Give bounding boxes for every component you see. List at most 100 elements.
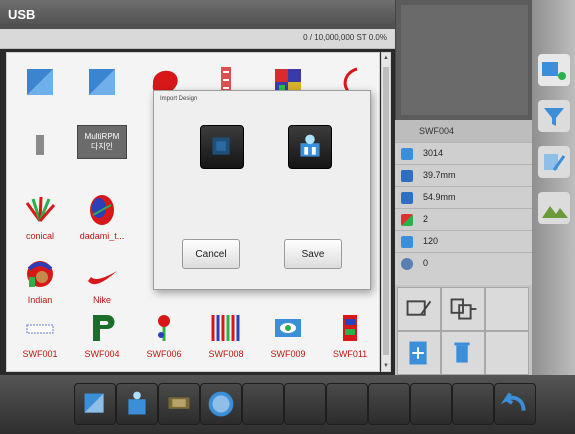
start-position-icon (401, 258, 413, 270)
rpm-row: 120 (395, 230, 532, 252)
copy-icon (450, 298, 477, 320)
usb-icon (208, 391, 234, 417)
empty-taskbar-slot (452, 383, 494, 425)
import-design-dialog: Import Design Cancel Save (153, 90, 371, 290)
gray-strip-design-icon (36, 135, 44, 155)
preview-canvas (401, 5, 528, 115)
design-edit-icon (544, 154, 566, 171)
design-cell-29[interactable]: SWF009 (257, 305, 319, 369)
start-row: 0 (395, 252, 532, 274)
design-tab-button[interactable] (74, 383, 116, 425)
width-value: 39.7mm (423, 170, 456, 180)
back-arrow-icon (500, 392, 526, 411)
import-usb-option[interactable] (200, 125, 244, 169)
dialog-title: Import Design (160, 96, 198, 102)
design-label: SWF011 (332, 349, 368, 359)
dadami-design-icon (90, 195, 114, 225)
mountain-view-button[interactable] (538, 192, 570, 224)
design-label: MultiRPM 다지인 (84, 132, 120, 151)
edit-icon (406, 300, 432, 316)
design-tab-icon (84, 393, 104, 413)
nike-swoosh-design-icon (88, 271, 117, 285)
colors-row: 2 (395, 208, 532, 230)
swf001-design-icon (26, 324, 54, 334)
swf006-design-icon (158, 315, 170, 341)
machine-tab-button[interactable] (116, 383, 158, 425)
design-select-button[interactable] (538, 54, 570, 86)
design-label: SWF009 (270, 349, 306, 359)
usb-tab-button[interactable] (200, 383, 242, 425)
add-design-button[interactable] (397, 331, 441, 375)
design-cell-26[interactable]: SWF004 (71, 305, 133, 369)
empty-taskbar-slot (368, 383, 410, 425)
stitch-counter: 0 / 10,000,000 ST 0.0% (303, 33, 387, 42)
design-cell-27[interactable]: SWF006 (133, 305, 195, 369)
delete-design-button[interactable] (441, 331, 485, 375)
rpm-value: 120 (423, 236, 439, 246)
height-value: 54.9mm (423, 192, 456, 202)
design-label: Indian (27, 295, 53, 305)
save-button[interactable]: Save (284, 239, 342, 269)
design-label: conical (25, 231, 54, 241)
design-label: dadami_t... (79, 231, 125, 241)
swf008-design-icon (211, 315, 240, 341)
blue-square-design-icon (27, 69, 53, 95)
copy-design-button[interactable] (441, 287, 485, 331)
title-bar: USB (0, 0, 395, 29)
design-cell-28[interactable]: SWF008 (195, 305, 257, 369)
embroidery-screen: USB 0 / 10,000,000 ST 0.0% MultiRPM 다지인 … (0, 0, 575, 434)
import-memory-option[interactable] (288, 125, 332, 169)
design-label: SWF001 (22, 349, 58, 359)
right-sidebar (532, 0, 575, 375)
empty-tool-slot (485, 331, 529, 375)
filter-icon (544, 108, 564, 126)
design-cell-30[interactable]: SWF011 (319, 305, 381, 369)
design-cell-14[interactable]: dadami_t... (71, 187, 133, 251)
scroll-down-icon[interactable]: ▼ (382, 363, 390, 369)
design-cell-7[interactable] (9, 123, 71, 187)
design-label: SWF008 (208, 349, 244, 359)
design-cell-8[interactable]: MultiRPM 다지인 (71, 123, 133, 187)
multirpm-design-icon: MultiRPM 다지인 (77, 125, 127, 159)
filter-button[interactable] (538, 100, 570, 132)
design-label: Nike (92, 295, 111, 305)
back-button[interactable] (494, 383, 536, 425)
scroll-up-icon[interactable]: ▲ (382, 55, 390, 61)
window-title: USB (8, 7, 36, 22)
bottom-taskbar (0, 375, 575, 434)
swf009-design-icon (275, 319, 301, 337)
design-name: SWF004 (395, 120, 532, 142)
design-cell-25[interactable]: SWF001 (9, 305, 71, 369)
add-file-icon (409, 341, 427, 365)
design-edit-button[interactable] (538, 146, 570, 178)
design-cell-13[interactable]: conical (9, 187, 71, 251)
design-cell-1[interactable] (9, 59, 71, 123)
stitch-count-value: 3014 (423, 148, 444, 158)
blue-square-design-icon (89, 69, 115, 95)
memory-card-icon (168, 397, 190, 409)
stitch-count-icon (401, 148, 413, 160)
design-preview (395, 0, 532, 120)
scrollbar-thumb[interactable] (383, 67, 389, 355)
edit-design-button[interactable] (397, 287, 441, 331)
empty-taskbar-slot (242, 383, 284, 425)
empty-taskbar-slot (410, 383, 452, 425)
width-icon (401, 170, 413, 182)
design-info-panel: SWF004 3014 39.7mm 54.9mm 2 120 0 (395, 120, 532, 285)
cancel-button[interactable]: Cancel (182, 239, 240, 269)
memory-tab-button[interactable] (158, 383, 200, 425)
design-label: SWF004 (84, 349, 120, 359)
swf004-design-icon (93, 315, 115, 341)
height-icon (401, 192, 413, 204)
design-import-icon (212, 137, 230, 155)
stitches-row: 3014 (395, 142, 532, 164)
empty-tool-slot (485, 287, 529, 331)
trash-icon (454, 342, 470, 363)
color-count-value: 2 (423, 214, 429, 224)
design-grid-scrollbar[interactable]: ▲ ▼ (381, 52, 391, 372)
width-row: 39.7mm (395, 164, 532, 186)
speed-icon (401, 236, 413, 248)
design-cell-2[interactable] (71, 59, 133, 123)
indian-head-design-icon (27, 261, 53, 287)
machine-icon (128, 391, 146, 415)
